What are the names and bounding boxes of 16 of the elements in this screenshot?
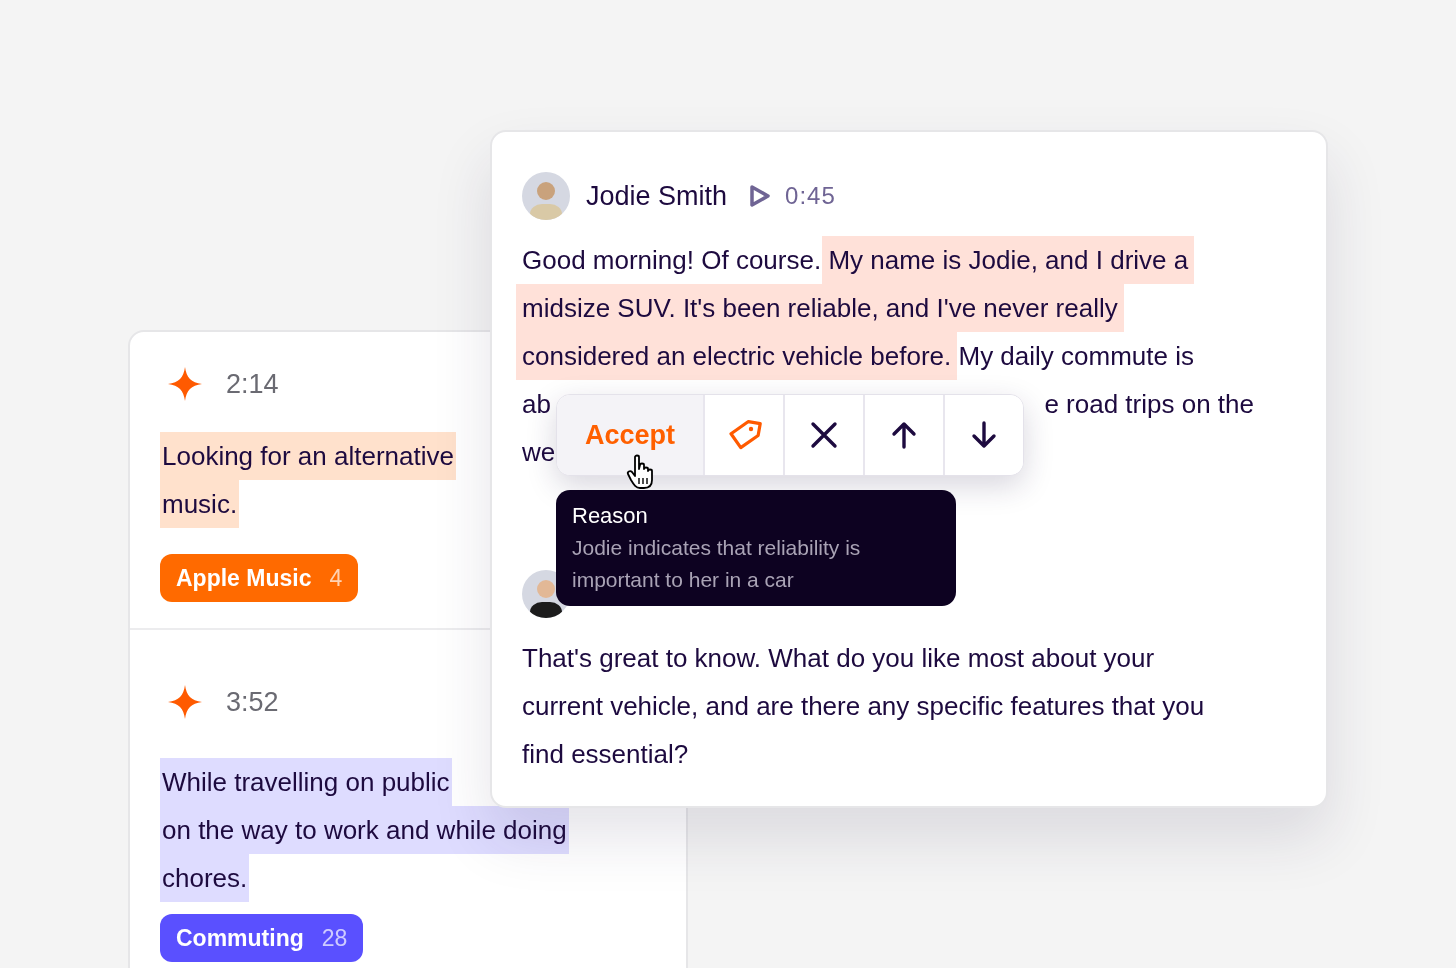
play-icon[interactable] <box>749 184 772 208</box>
timestamp: 2:14 <box>226 368 279 400</box>
close-icon[interactable] <box>783 395 863 475</box>
sparkle-icon <box>168 367 202 401</box>
speaker-name: Jodie Smith <box>586 180 728 212</box>
avatar-icon <box>522 172 570 220</box>
audio-timestamp: 0:45 <box>785 182 836 210</box>
tag-chip[interactable]: Commuting 28 <box>160 914 364 962</box>
arrow-up-icon[interactable] <box>863 395 943 475</box>
tooltip-text: Jodie indicates that reliability is important to her in a car <box>572 535 862 593</box>
arrow-down-icon[interactable] <box>943 395 1023 475</box>
accept-button[interactable]: Accept <box>557 395 703 475</box>
timestamp: 3:52 <box>226 686 279 718</box>
sparkle-icon <box>168 685 202 719</box>
tag-chip[interactable]: Apple Music 4 <box>160 554 359 602</box>
tooltip-title: Reason <box>572 502 649 530</box>
